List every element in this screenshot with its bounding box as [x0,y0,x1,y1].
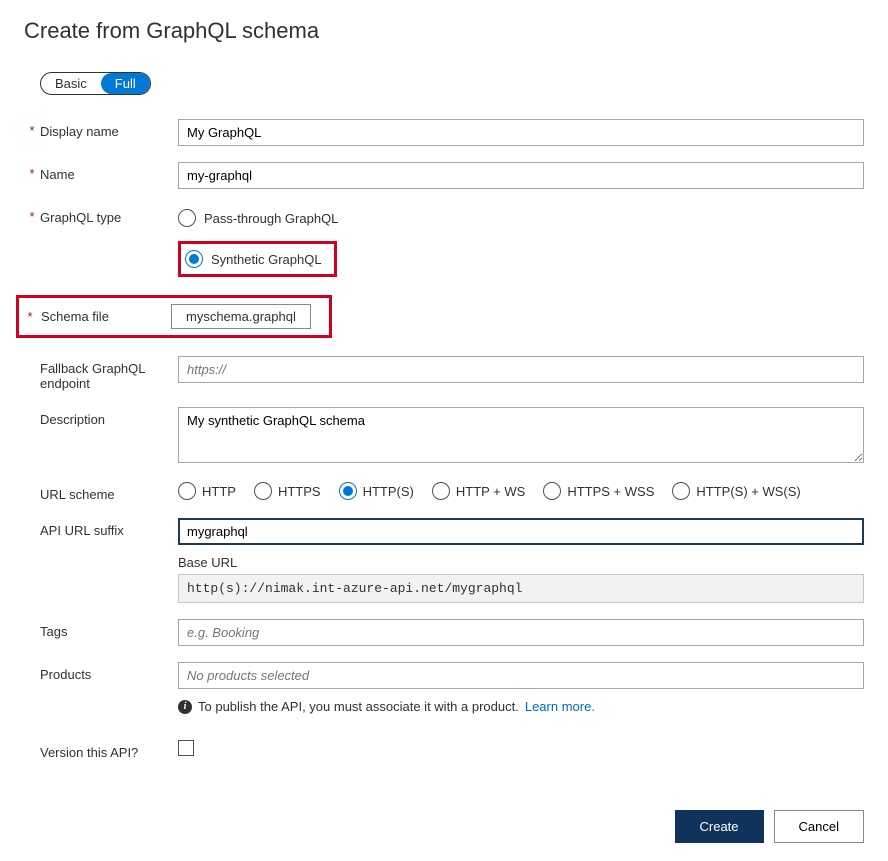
required-marker: * [24,119,40,138]
radio-http-s-label[interactable]: HTTP(S) [363,484,414,499]
label-base-url: Base URL [178,555,864,570]
synthetic-highlight: Synthetic GraphQL [178,241,337,277]
name-input[interactable] [178,162,864,189]
radio-https-wss-label[interactable]: HTTPS + WSS [567,484,654,499]
page-title: Create from GraphQL schema [24,18,864,44]
radio-http-label[interactable]: HTTP [202,484,236,499]
toggle-full[interactable]: Full [101,73,150,94]
label-tags: Tags [40,619,178,639]
radio-synthetic[interactable] [185,250,203,268]
create-button[interactable]: Create [675,810,764,843]
label-url-scheme: URL scheme [40,482,178,502]
required-marker: * [19,309,41,324]
radio-http-s-ws-s[interactable] [672,482,690,500]
display-name-input[interactable] [178,119,864,146]
radio-https-label[interactable]: HTTPS [278,484,321,499]
api-url-suffix-input[interactable] [178,518,864,545]
toggle-basic[interactable]: Basic [41,73,101,94]
base-url-display: http(s)://nimak.int-azure-api.net/mygrap… [178,574,864,603]
label-version-api: Version this API? [40,740,178,760]
tags-input[interactable] [178,619,864,646]
label-schema-file: Schema file [41,309,171,324]
label-api-url-suffix: API URL suffix [40,518,178,538]
label-display-name: Display name [40,119,178,139]
label-products: Products [40,662,178,682]
cancel-button[interactable]: Cancel [774,810,864,843]
radio-http-s-ws-s-label[interactable]: HTTP(S) + WS(S) [696,484,800,499]
fallback-endpoint-input[interactable] [178,356,864,383]
schema-file-input[interactable]: myschema.graphql [171,304,311,329]
info-icon: i [178,700,192,714]
products-input[interactable]: No products selected [178,662,864,689]
radio-https[interactable] [254,482,272,500]
label-fallback-endpoint: Fallback GraphQL endpoint [40,356,178,391]
schema-file-highlight: * Schema file myschema.graphql [16,295,332,338]
label-description: Description [40,407,178,427]
radio-passthrough[interactable] [178,209,196,227]
radio-http-ws[interactable] [432,482,450,500]
label-name: Name [40,162,178,182]
radio-synthetic-label[interactable]: Synthetic GraphQL [211,252,322,267]
label-graphql-type: GraphQL type [40,205,178,225]
basic-full-toggle[interactable]: Basic Full [40,72,151,95]
learn-more-link[interactable]: Learn more. [525,699,595,714]
radio-http-s[interactable] [339,482,357,500]
version-checkbox[interactable] [178,740,194,756]
description-input[interactable] [178,407,864,463]
publish-note-text: To publish the API, you must associate i… [198,699,519,714]
required-marker: * [24,162,40,181]
radio-https-wss[interactable] [543,482,561,500]
required-marker: * [24,205,40,224]
radio-passthrough-label[interactable]: Pass-through GraphQL [204,211,338,226]
radio-http-ws-label[interactable]: HTTP + WS [456,484,525,499]
radio-http[interactable] [178,482,196,500]
